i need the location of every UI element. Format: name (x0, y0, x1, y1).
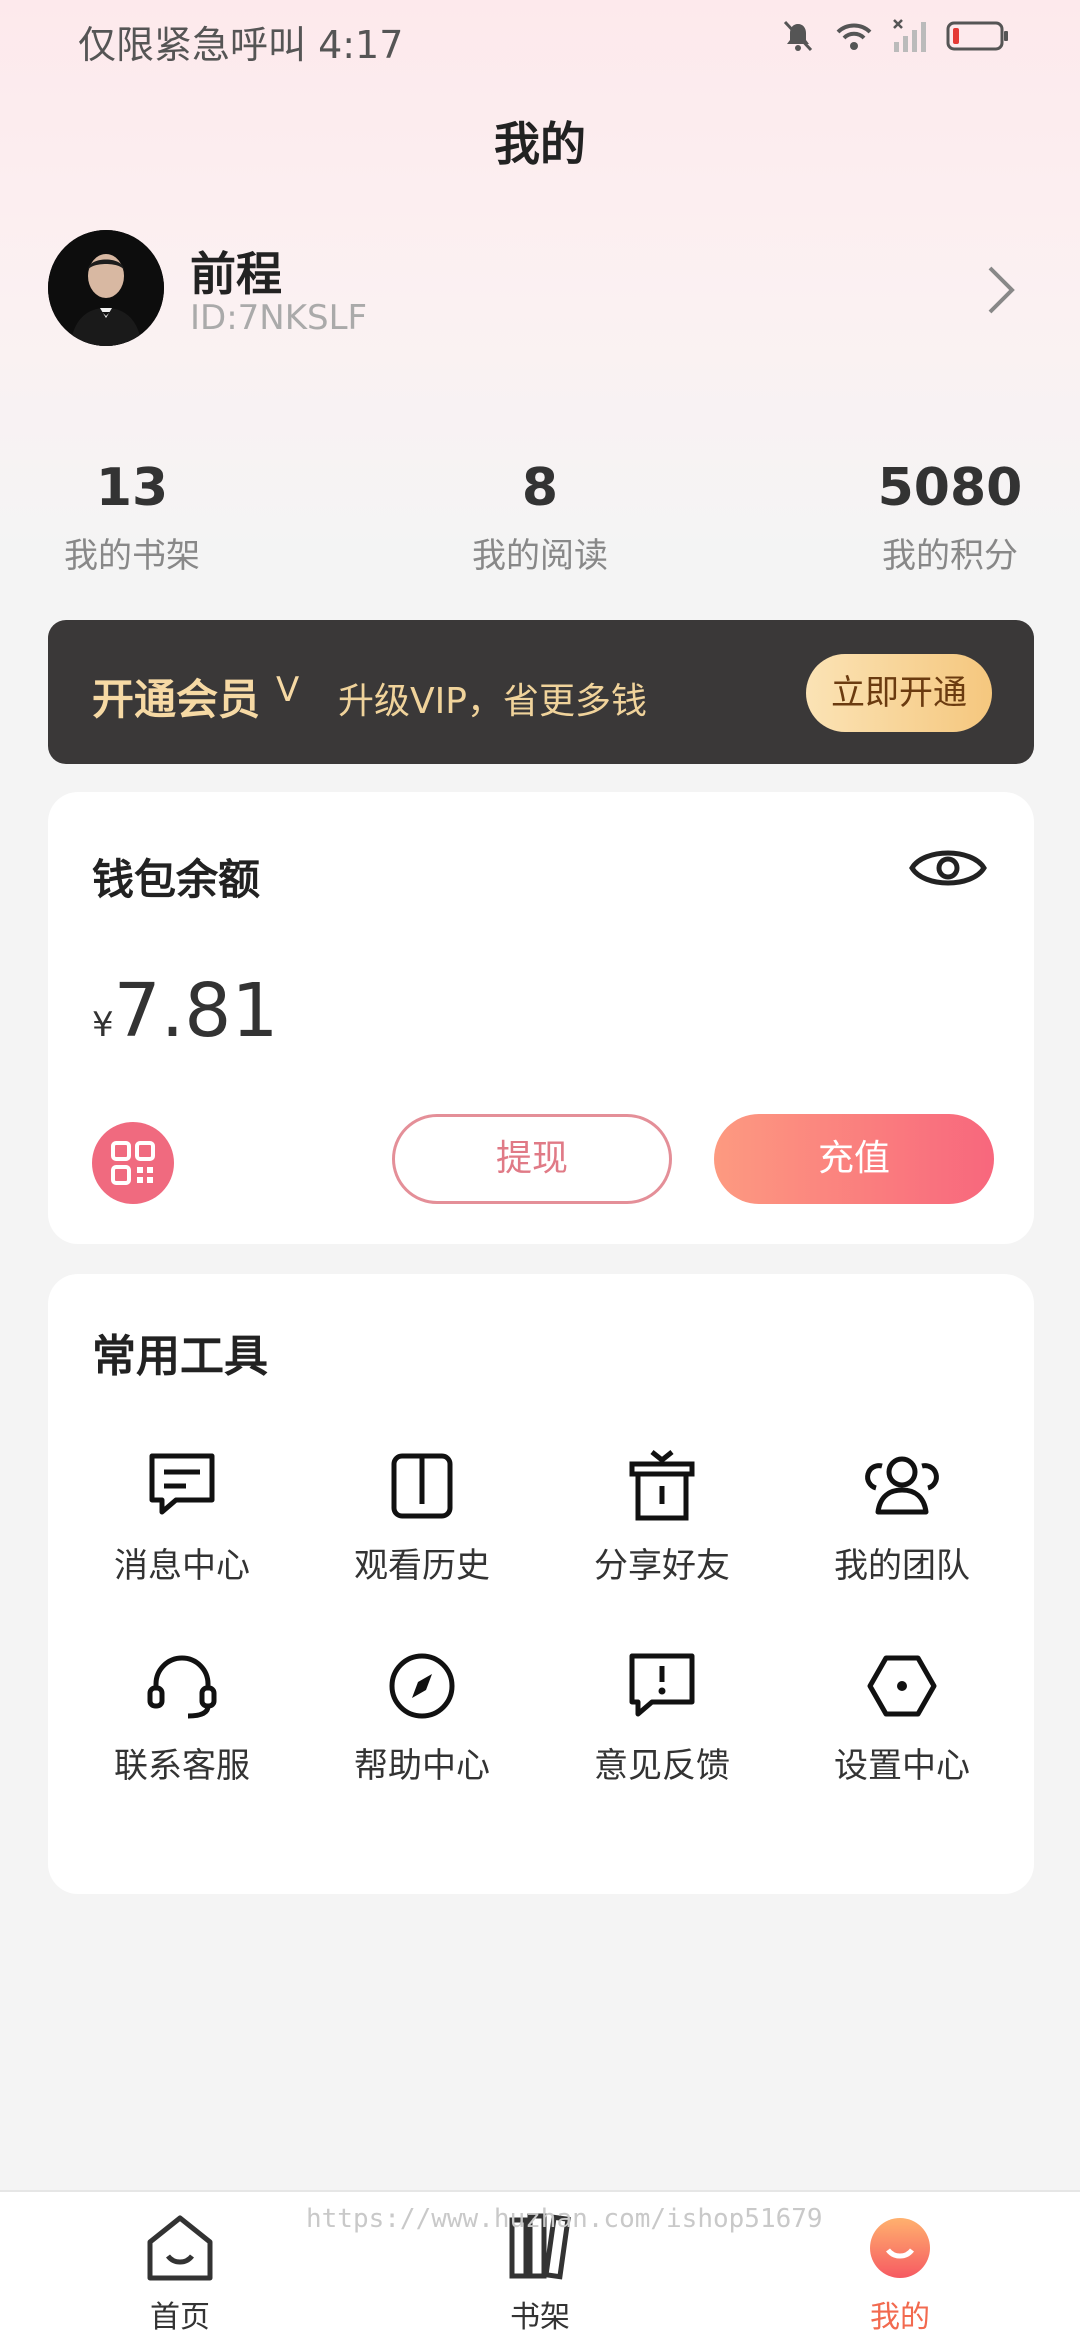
status-bar: 仅限紧急呼叫 4:17 (0, 0, 1080, 72)
headset-icon (147, 1655, 217, 1719)
stat-value: 5080 (877, 458, 1023, 518)
tool-customer-service[interactable]: 联系客服 (62, 1646, 302, 1787)
wallet-balance: 7.81 (113, 968, 279, 1054)
tool-label: 我的团队 (834, 1546, 970, 1586)
nav-label: 我的 (870, 2300, 930, 2335)
tool-watch-history[interactable]: 观看历史 (302, 1446, 542, 1587)
book-icon (391, 1453, 453, 1519)
stat-label: 我的积分 (882, 536, 1018, 576)
stat-points[interactable]: 5080 我的积分 (820, 458, 1080, 577)
vip-subtitle: 升级VIP，省更多钱 (338, 681, 647, 722)
tool-feedback[interactable]: 意见反馈 (542, 1646, 782, 1787)
recharge-button[interactable]: 充值 (714, 1114, 994, 1204)
wifi-icon (836, 23, 872, 50)
tool-message-center[interactable]: 消息中心 (62, 1446, 302, 1587)
mute-bell-icon (783, 20, 813, 52)
vip-open-button[interactable]: 立即开通 (806, 654, 992, 732)
tool-label: 分享好友 (594, 1546, 730, 1586)
user-name: 前程 (190, 247, 282, 301)
compass-icon (389, 1653, 455, 1719)
stat-label: 我的阅读 (472, 536, 608, 576)
tools-card: 常用工具 消息中心 观看历史 分享好友 我的团队 联系客服 帮助中心 意见反馈 … (48, 1274, 1034, 1894)
home-icon (147, 2215, 213, 2281)
tool-label: 设置中心 (834, 1746, 970, 1786)
chevron-right-icon[interactable] (982, 262, 1022, 318)
currency-symbol: ¥ (92, 1005, 114, 1045)
wallet-title: 钱包余额 (92, 855, 261, 904)
avatar[interactable] (48, 230, 164, 346)
tool-label: 帮助中心 (354, 1746, 490, 1786)
stat-value: 8 (521, 458, 559, 518)
feedback-icon (629, 1653, 695, 1717)
settings-icon (867, 1655, 937, 1717)
wallet-amount: ¥7.81 (92, 968, 278, 1054)
tools-title: 常用工具 (92, 1331, 268, 1382)
share-icon (629, 1450, 695, 1521)
wallet-card: 钱包余额 ¥7.81 提现 充值 (48, 792, 1034, 1244)
tool-my-team[interactable]: 我的团队 (782, 1446, 1022, 1587)
tool-settings-center[interactable]: 设置中心 (782, 1646, 1022, 1787)
nav-label: 首页 (150, 2300, 210, 2335)
nav-label: 书架 (510, 2300, 570, 2335)
stat-reading[interactable]: 8 我的阅读 (410, 458, 670, 577)
eye-icon[interactable] (908, 838, 988, 898)
vip-badge: V (276, 670, 300, 710)
nav-item-home[interactable]: 首页 (100, 2210, 260, 2336)
profile-icon (870, 2218, 930, 2278)
status-icons (780, 18, 1010, 54)
tool-share-friends[interactable]: 分享好友 (542, 1446, 782, 1587)
vip-banner[interactable]: 开通会员 V 升级VIP，省更多钱 立即开通 (48, 620, 1034, 764)
avatar-image (48, 230, 164, 346)
qr-code-button[interactable] (92, 1122, 174, 1204)
watermark: https://www.huzhan.com/ishop51679 (306, 2204, 823, 2234)
message-icon (149, 1453, 215, 1515)
status-carrier-time: 仅限紧急呼叫 4:17 (78, 23, 404, 67)
vip-title: 开通会员 (92, 675, 261, 724)
tool-label: 消息中心 (114, 1546, 250, 1586)
user-id: ID:7NKSLF (190, 298, 368, 338)
page-title: 我的 (494, 117, 586, 171)
tool-label: 联系客服 (114, 1746, 250, 1786)
tool-help-center[interactable]: 帮助中心 (302, 1646, 542, 1787)
stat-label: 我的书架 (64, 536, 200, 576)
tool-label: 观看历史 (354, 1546, 490, 1586)
stat-value: 13 (95, 458, 169, 518)
stat-bookshelf[interactable]: 13 我的书架 (2, 458, 262, 577)
qr-code-icon (111, 1141, 155, 1185)
tool-label: 意见反馈 (594, 1746, 730, 1786)
signal-icon (893, 19, 926, 52)
withdraw-button[interactable]: 提现 (392, 1114, 672, 1204)
nav-item-profile[interactable]: 我的 (820, 2210, 980, 2336)
battery-low-icon (946, 21, 1008, 51)
team-icon (865, 1456, 939, 1515)
